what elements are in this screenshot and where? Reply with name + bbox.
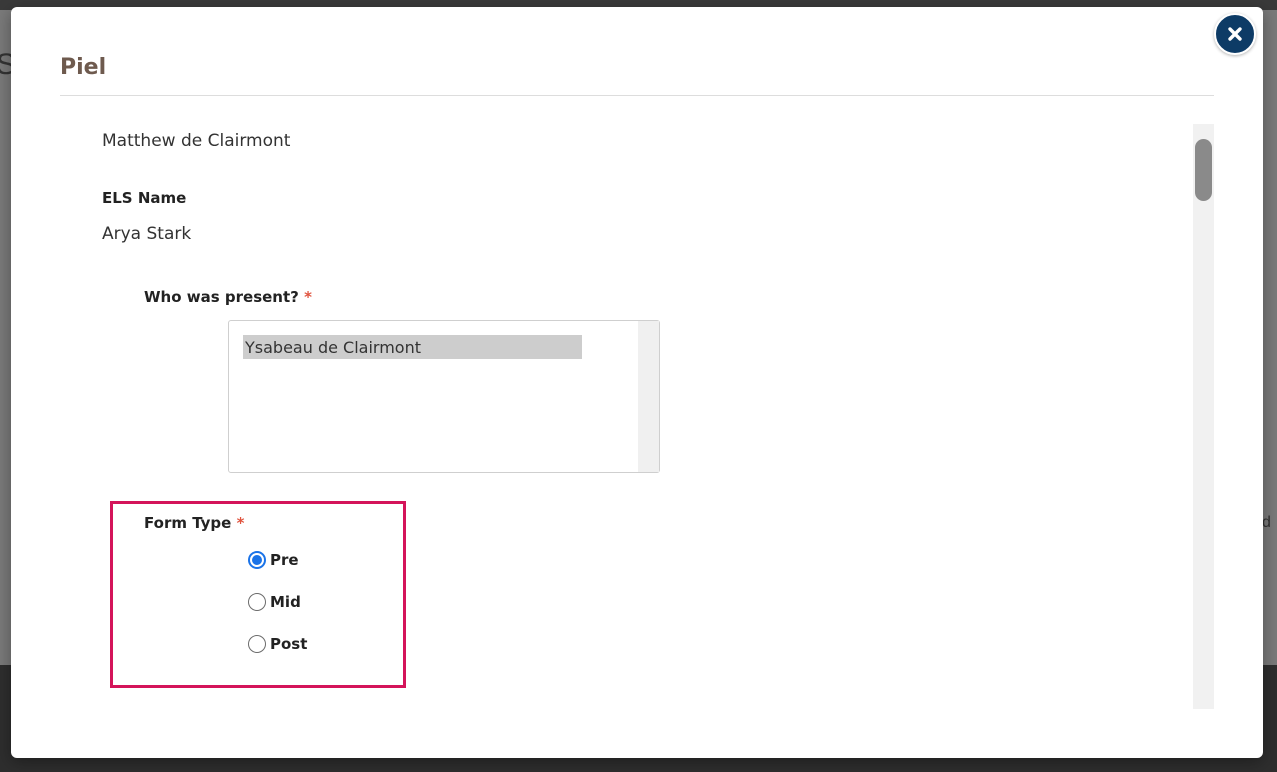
els-name-label: ELS Name [102,189,187,207]
user-name: Matthew de Clairmont [102,131,291,151]
modal-scrollbar-track[interactable] [1193,124,1214,709]
required-mark: * [236,514,245,532]
modal-scrollbar-thumb[interactable] [1195,139,1212,201]
required-mark: * [304,288,312,306]
radio-dot [252,555,262,565]
listbox-option[interactable]: Ysabeau de Clairmont [243,335,582,359]
els-name-value: Arya Stark [102,224,192,244]
form-type-label-text: Form Type [144,514,232,532]
close-icon [1228,27,1242,41]
modal-dialog: Piel Matthew de Clairmont ELS Name Arya … [11,7,1263,758]
modal-divider [60,95,1214,96]
radio-label-pre[interactable]: Pre [270,551,299,569]
who-present-label: Who was present? * [144,288,312,306]
radio-label-post[interactable]: Post [270,635,307,653]
radio-mid[interactable] [248,593,266,611]
radio-option-post[interactable]: Post [248,635,307,653]
backdrop-text-fragment: d [1262,514,1271,531]
radio-option-mid[interactable]: Mid [248,593,301,611]
listbox-scrollbar[interactable] [638,321,659,472]
radio-pre[interactable] [248,551,266,569]
radio-label-mid[interactable]: Mid [270,593,301,611]
modal-title: Piel [60,55,107,80]
close-button[interactable] [1214,13,1256,55]
who-present-listbox[interactable]: Ysabeau de Clairmont [228,320,660,473]
who-present-label-text: Who was present? [144,288,299,306]
radio-option-pre[interactable]: Pre [248,551,299,569]
form-type-label: Form Type * [144,514,244,532]
radio-post[interactable] [248,635,266,653]
